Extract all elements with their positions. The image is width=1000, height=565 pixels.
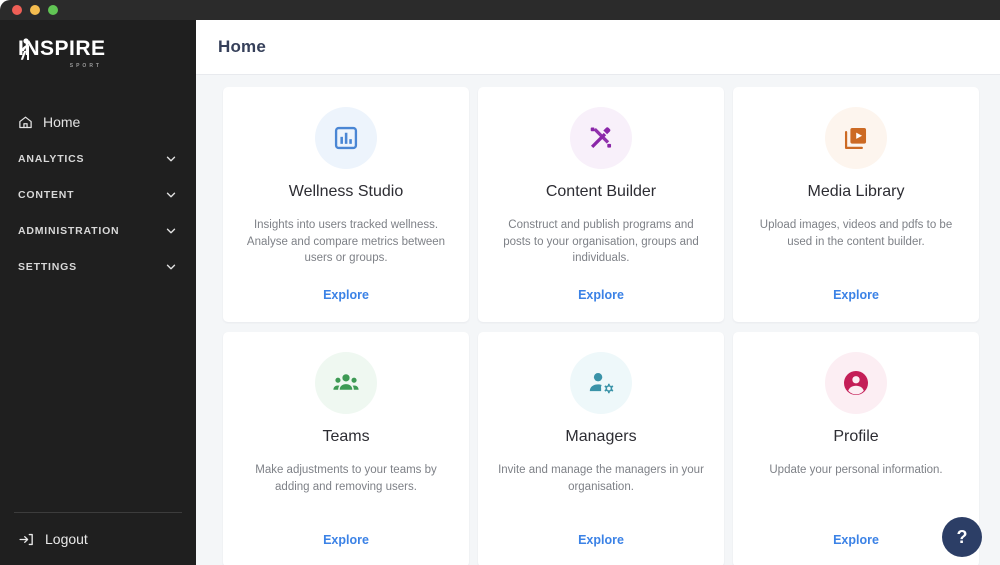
sidebar-group-analytics[interactable]: ANALYTICS xyxy=(0,141,196,176)
card-title: Profile xyxy=(833,428,879,445)
manage-accounts-icon xyxy=(589,372,614,394)
main-content: Wellness Studio Insights into users trac… xyxy=(196,75,1000,565)
explore-link-media-library[interactable]: Explore xyxy=(833,288,879,302)
card-description: Invite and manage the managers in your o… xyxy=(498,464,704,493)
sidebar-item-home[interactable]: Home xyxy=(0,104,196,140)
maximize-window-button[interactable] xyxy=(48,5,58,15)
card-description: Upload images, videos and pdfs to be use… xyxy=(759,219,953,248)
explore-link-content-builder[interactable]: Explore xyxy=(578,288,624,302)
card-description: Insights into users tracked wellness. An… xyxy=(246,219,446,265)
card-icon-wrapper xyxy=(315,107,377,169)
dashboard-card-grid: Wellness Studio Insights into users trac… xyxy=(223,87,980,565)
card-description: Construct and publish programs and posts… xyxy=(503,219,699,265)
logout-icon xyxy=(19,533,33,545)
card-media-library[interactable]: Media Library Upload images, videos and … xyxy=(733,87,979,322)
card-icon-wrapper xyxy=(570,352,632,414)
chevron-down-icon xyxy=(166,264,176,269)
logo-subtitle: SPORT xyxy=(69,63,102,69)
runner-icon xyxy=(20,38,29,60)
sidebar: INSPIRE SPORT Home ANALYTICS CONTENT ADM… xyxy=(0,20,196,565)
card-description: Update your personal information. xyxy=(769,464,943,476)
card-icon-wrapper xyxy=(825,107,887,169)
groups-icon xyxy=(333,374,359,390)
card-wellness-studio[interactable]: Wellness Studio Insights into users trac… xyxy=(223,87,469,322)
card-teams[interactable]: Teams Make adjustments to your teams by … xyxy=(223,332,469,565)
explore-link-profile[interactable]: Explore xyxy=(833,533,879,547)
sidebar-nav: Home ANALYTICS CONTENT ADMINISTRATION SE… xyxy=(0,104,196,284)
card-managers[interactable]: Managers Invite and manage the managers … xyxy=(478,332,724,565)
logout-button[interactable]: Logout xyxy=(0,513,196,565)
app-window: INSPIRE SPORT Home ANALYTICS CONTENT ADM… xyxy=(0,0,1000,565)
sidebar-group-administration-label: ADMINISTRATION xyxy=(18,224,120,237)
sidebar-group-administration[interactable]: ADMINISTRATION xyxy=(0,213,196,248)
explore-link-managers[interactable]: Explore xyxy=(578,533,624,547)
page-title: Home xyxy=(218,37,267,56)
sidebar-item-home-label: Home xyxy=(43,114,81,130)
card-icon-wrapper xyxy=(825,352,887,414)
sidebar-group-content[interactable]: CONTENT xyxy=(0,177,196,212)
app-logo[interactable]: INSPIRE SPORT xyxy=(0,20,196,88)
chevron-down-icon xyxy=(166,228,176,233)
bar-chart-icon xyxy=(334,126,358,150)
chevron-down-icon xyxy=(166,156,176,161)
help-button[interactable]: ? xyxy=(942,517,982,557)
minimize-window-button[interactable] xyxy=(30,5,40,15)
explore-link-wellness-studio[interactable]: Explore xyxy=(323,288,369,302)
sidebar-group-analytics-label: ANALYTICS xyxy=(18,152,85,165)
video-library-icon xyxy=(844,127,867,150)
sidebar-group-content-label: CONTENT xyxy=(18,188,75,201)
card-title: Teams xyxy=(322,428,370,445)
card-content-builder[interactable]: Content Builder Construct and publish pr… xyxy=(478,87,724,322)
chevron-down-icon xyxy=(166,192,176,197)
logout-label: Logout xyxy=(45,531,88,547)
card-title: Media Library xyxy=(807,183,905,200)
page-header: Home xyxy=(196,20,1000,75)
home-icon xyxy=(19,116,32,128)
card-title: Content Builder xyxy=(545,183,657,200)
sidebar-group-settings-label: SETTINGS xyxy=(18,260,77,273)
account-circle-icon xyxy=(844,371,868,395)
window-titlebar xyxy=(0,0,1000,20)
design-tools-icon xyxy=(590,127,612,149)
card-title: Wellness Studio xyxy=(288,183,404,200)
card-icon-wrapper xyxy=(315,352,377,414)
explore-link-teams[interactable]: Explore xyxy=(323,533,369,547)
card-icon-wrapper xyxy=(570,107,632,169)
card-title: Managers xyxy=(565,428,637,445)
sidebar-group-settings[interactable]: SETTINGS xyxy=(0,249,196,284)
close-window-button[interactable] xyxy=(12,5,22,15)
card-description: Make adjustments to your teams by adding… xyxy=(255,464,437,493)
